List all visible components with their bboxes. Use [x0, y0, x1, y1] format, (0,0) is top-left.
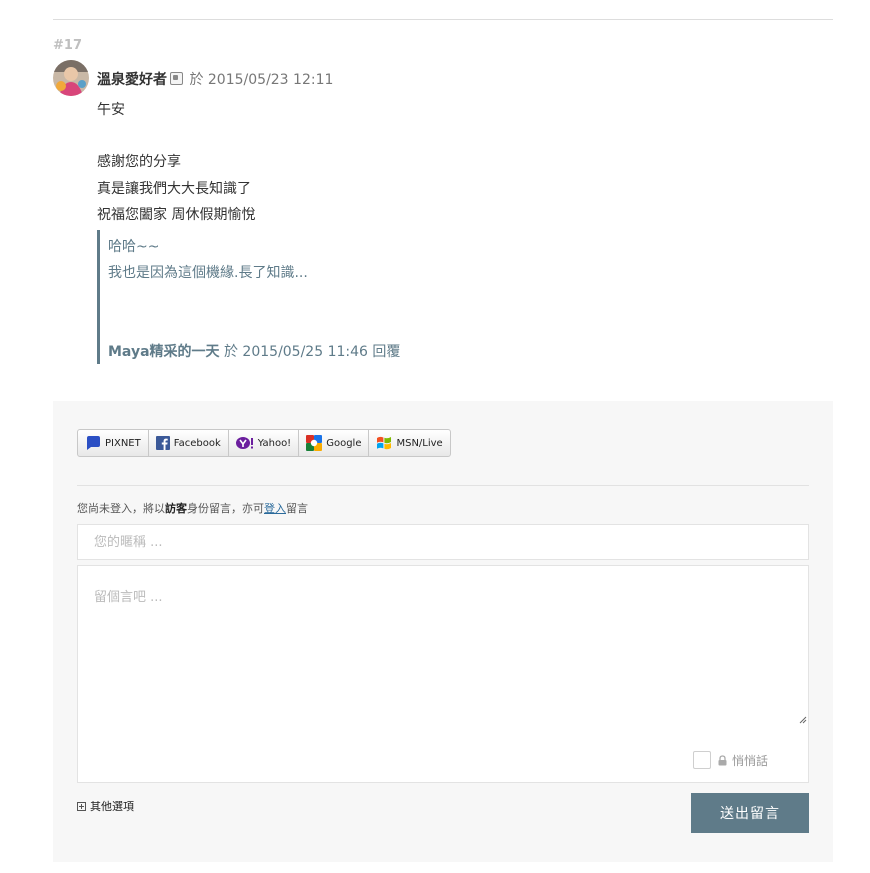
message-textarea[interactable]	[78, 566, 808, 726]
login-facebook-button[interactable]: Facebook	[149, 430, 229, 456]
pixnet-icon	[87, 436, 100, 450]
comment-line: 真是讓我們大大長知識了	[97, 181, 251, 197]
private-label: 悄悄話	[731, 753, 768, 768]
top-divider	[53, 19, 833, 20]
notice-text: 您尚未登入，將以	[77, 502, 165, 515]
member-badge-icon	[170, 72, 183, 85]
login-msn-button[interactable]: MSN/Live	[369, 430, 449, 456]
expand-plus-icon	[77, 801, 86, 811]
reply-footer: Maya精采的一天 於 2015/05/25 11:46 回覆	[108, 341, 400, 361]
login-label: MSN/Live	[396, 437, 443, 449]
avatar[interactable]	[53, 60, 89, 96]
login-label: PIXNET	[105, 437, 141, 449]
notice-text: 身份留言，亦可	[187, 502, 264, 515]
comment-meta: 於 2015/05/23 12:11	[189, 72, 334, 88]
notice-text: 留言	[286, 502, 308, 515]
comment-form: PIXNET Facebook Yahoo! Google MSN/Live 您…	[53, 401, 833, 862]
reply-line: 哈哈~~	[108, 239, 160, 255]
comment-line: 祝福您闔家 周休假期愉悅	[97, 207, 256, 223]
reply-meta: 於 2015/05/25 11:46 回覆	[223, 344, 401, 360]
comment-line: 感謝您的分享	[97, 154, 181, 170]
login-label: Google	[326, 437, 362, 449]
login-notice: 您尚未登入，將以訪客身份留言，亦可登入留言	[77, 500, 308, 516]
facebook-icon	[155, 436, 170, 450]
msn-icon	[377, 436, 392, 450]
login-yahoo-button[interactable]: Yahoo!	[229, 430, 300, 456]
more-options-toggle[interactable]: 其他選項	[77, 798, 134, 814]
comment-header: 溫泉愛好者 於 2015/05/23 12:11	[97, 69, 333, 89]
login-pixnet-button[interactable]: PIXNET	[78, 430, 149, 456]
comment-author[interactable]: 溫泉愛好者	[97, 72, 167, 88]
form-divider	[77, 485, 809, 486]
lock-icon	[718, 754, 727, 765]
reply-author[interactable]: Maya精采的一天	[108, 344, 220, 360]
private-checkbox[interactable]	[692, 751, 711, 769]
login-label: Facebook	[173, 437, 221, 449]
yahoo-icon	[235, 437, 253, 449]
private-option: 悄悄話	[692, 751, 768, 769]
comment-line: 午安	[97, 102, 125, 118]
message-box: 悄悄話	[77, 565, 809, 783]
nickname-input[interactable]	[77, 524, 809, 560]
guest-label: 訪客	[165, 502, 187, 515]
submit-comment-button[interactable]: 送出留言	[691, 793, 809, 833]
resize-grip-icon[interactable]	[799, 716, 807, 724]
login-google-button[interactable]: Google	[299, 430, 370, 456]
google-icon	[306, 435, 323, 451]
login-label: Yahoo!	[257, 437, 292, 449]
login-provider-bar: PIXNET Facebook Yahoo! Google MSN/Live	[77, 429, 451, 457]
login-link[interactable]: 登入	[264, 502, 286, 515]
more-options-label: 其他選項	[90, 800, 134, 813]
comment-number: #17	[53, 38, 82, 53]
author-reply: 哈哈~~ 我也是因為這個機緣.長了知識... Maya精采的一天 於 2015/…	[97, 230, 820, 364]
reply-line: 我也是因為這個機緣.長了知識...	[108, 265, 308, 281]
